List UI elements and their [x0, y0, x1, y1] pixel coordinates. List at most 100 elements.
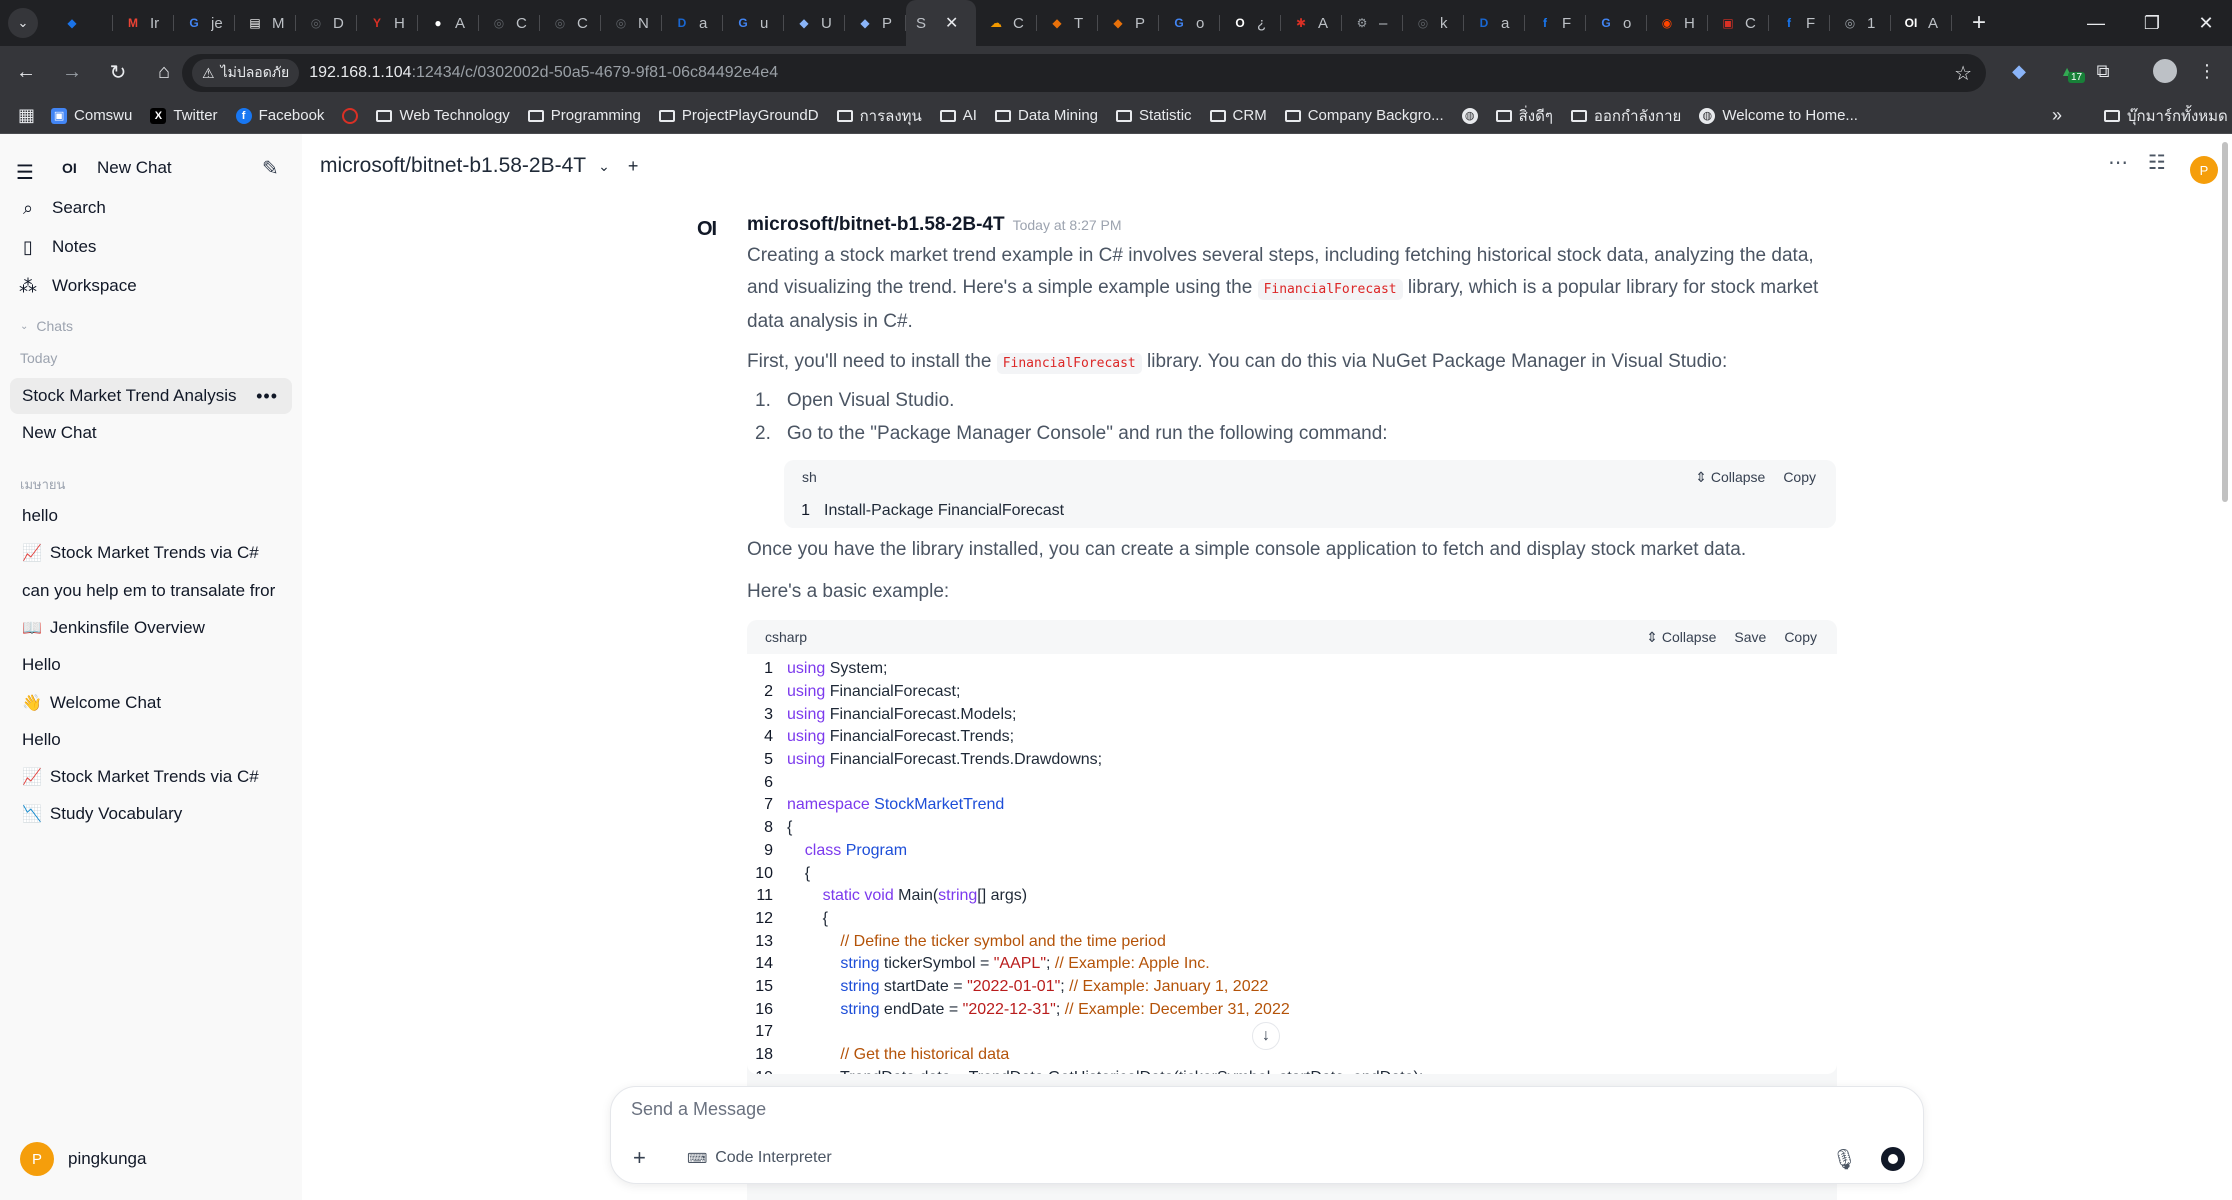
chat-list-item[interactable]: hello — [10, 498, 292, 534]
restore-icon[interactable]: ❐ — [2122, 0, 2182, 46]
security-chip[interactable]: ⚠ ไม่ปลอดภัย — [192, 59, 300, 87]
bookmark-item[interactable]: Web Technology — [368, 101, 517, 131]
bookmark-item[interactable] — [334, 101, 366, 131]
chat-list-item[interactable]: 📉 Study Vocabulary — [10, 796, 292, 832]
close-tab-icon[interactable]: ✕ — [945, 13, 958, 33]
apps-grid-icon[interactable]: ▦ — [18, 101, 43, 131]
browser-tab[interactable]: Go — [1586, 0, 1647, 46]
extension-badge-icon[interactable]: ▲ 17 — [2050, 54, 2086, 88]
bookmark-item[interactable]: ◍ — [1454, 101, 1486, 131]
add-model-icon[interactable]: + — [628, 156, 639, 177]
chat-list-item[interactable]: 📈 Stock Market Trends via C# — [10, 535, 292, 571]
page-scrollbar[interactable] — [2222, 142, 2228, 502]
bookmark-item[interactable]: Company Backgro... — [1277, 101, 1452, 131]
browser-tab[interactable]: ◆ — [52, 0, 113, 46]
browser-tab[interactable]: O ¿ — [1220, 0, 1281, 46]
bookmark-item[interactable]: Statistic — [1108, 101, 1200, 131]
browser-tab[interactable]: ◆ P — [1098, 0, 1159, 46]
sidebar-new-chat-label[interactable]: New Chat — [97, 158, 172, 178]
copy-button[interactable]: Copy — [1783, 469, 1816, 485]
browser-tab[interactable]: ◆ U — [784, 0, 845, 46]
browser-tab[interactable]: ◎ N — [601, 0, 662, 46]
user-menu[interactable]: P pingkunga — [20, 1142, 146, 1176]
chat-list-item[interactable]: Hello — [10, 647, 292, 683]
plus-icon[interactable]: + — [633, 1145, 646, 1171]
message-input[interactable]: Send a Message — [631, 1099, 766, 1120]
browser-tab[interactable]: Da — [662, 0, 723, 46]
code-body[interactable]: 1 Install-Package FinancialForecast — [784, 494, 1836, 528]
browser-tab[interactable]: Gu — [723, 0, 784, 46]
browser-tab[interactable]: ◎ k — [1403, 0, 1464, 46]
home-icon[interactable]: ⌂ — [144, 52, 184, 92]
profile-avatar-icon[interactable] — [2148, 54, 2182, 88]
bookmark-item[interactable]: f Facebook — [228, 101, 333, 131]
more-options-icon[interactable]: ⋯ — [2108, 150, 2128, 175]
tab-search-dropdown-icon[interactable]: ⌄ — [8, 8, 38, 38]
browser-tab[interactable]: Gje — [174, 0, 235, 46]
extensions-puzzle-icon[interactable]: ⧉ — [2086, 54, 2120, 88]
browser-tab[interactable]: ● A — [418, 0, 479, 46]
save-button[interactable]: Save — [1734, 629, 1766, 645]
new-tab-icon[interactable]: + — [1964, 9, 1994, 37]
chats-section-toggle[interactable]: ⌄ Chats — [20, 318, 73, 334]
sidebar-toggle-icon[interactable]: ☰ — [16, 160, 34, 185]
browser-tab[interactable]: fF — [1525, 0, 1586, 46]
sidebar-item-workspace[interactable]: ⁂ Workspace — [10, 267, 292, 305]
controls-sliders-icon[interactable]: ☷ — [2148, 150, 2166, 175]
browser-tab[interactable]: ▣ C — [1708, 0, 1769, 46]
chat-list-item[interactable]: Stock Market Trend Analysis ••• — [10, 378, 292, 414]
sidebar-item-search[interactable]: ⌕ Search — [10, 189, 292, 227]
microphone-icon[interactable]: 🎙 — [1832, 1147, 1857, 1172]
back-icon[interactable]: ← — [6, 52, 46, 92]
chat-list-item[interactable]: Hello — [10, 722, 292, 758]
browser-tab[interactable]: OI A — [1891, 0, 1952, 46]
bookmark-item[interactable]: ◍ Welcome to Home... — [1691, 101, 1866, 131]
bookmark-item[interactable]: สิ่งดีๆ — [1488, 101, 1561, 131]
browser-tab[interactable]: ◎ D — [296, 0, 357, 46]
header-avatar[interactable]: P — [2190, 156, 2218, 184]
bookmark-item[interactable]: Programming — [520, 101, 649, 131]
scroll-to-bottom-button[interactable]: ↓ — [1252, 1022, 1280, 1050]
all-bookmarks[interactable]: บุ๊กมาร์กทั้งหมด — [2096, 101, 2232, 131]
minimize-icon[interactable]: — — [2066, 0, 2126, 46]
collapse-button[interactable]: ⇕ Collapse — [1695, 469, 1765, 486]
browser-tab[interactable]: ✱ A — [1281, 0, 1342, 46]
sidebar-item-notes[interactable]: ▯ Notes — [10, 228, 292, 266]
browser-tab[interactable]: M Ir — [113, 0, 174, 46]
browser-tab[interactable]: ⚙ – — [1342, 0, 1403, 46]
bookmark-item[interactable]: ออกกำลังกาย — [1563, 101, 1689, 131]
browser-tab[interactable]: ◆ P — [845, 0, 906, 46]
chat-list-item[interactable]: can you help em to transalate fror — [10, 573, 292, 609]
code-interpreter-toggle[interactable]: ⌨ Code Interpreter — [687, 1149, 832, 1167]
chat-list-item[interactable]: 📖 Jenkinsfile Overview — [10, 610, 292, 646]
bookmark-star-icon[interactable]: ☆ — [1954, 61, 1972, 86]
bookmark-item[interactable]: CRM — [1202, 101, 1275, 131]
code-body[interactable]: 1 using System; 2 using FinancialForecast; 3… — [747, 654, 1837, 1074]
bookmark-item[interactable]: Data Mining — [987, 101, 1106, 131]
copy-button[interactable]: Copy — [1784, 629, 1817, 645]
chat-list-item[interactable]: 👋 Welcome Chat — [10, 685, 292, 721]
browser-tab[interactable]: ☁ C — [976, 0, 1037, 46]
bookmark-item[interactable]: ▣ Comswu — [43, 101, 140, 131]
model-selector[interactable]: microsoft/bitnet-b1.58-2B-4T ⌄ + — [320, 154, 638, 178]
forward-icon[interactable]: → — [52, 52, 92, 92]
browser-tab[interactable]: ◎ C — [540, 0, 601, 46]
browser-tab[interactable]: YH — [357, 0, 418, 46]
bookmark-item[interactable]: AI — [932, 101, 985, 131]
browser-menu-icon[interactable]: ⋮ — [2190, 54, 2224, 88]
browser-tab[interactable]: fF — [1769, 0, 1830, 46]
bookmark-item[interactable]: X Twitter — [142, 101, 225, 131]
browser-tab[interactable]: ▤ M — [235, 0, 296, 46]
bookmark-item[interactable]: การลงทุน — [829, 101, 930, 131]
bookmark-item[interactable]: ProjectPlayGroundD — [651, 101, 827, 131]
browser-tab[interactable]: ◎ 1 — [1830, 0, 1891, 46]
collapse-button[interactable]: ⇕ Collapse — [1646, 629, 1716, 646]
close-window-icon[interactable]: ✕ — [2176, 0, 2232, 46]
bookmarks-overflow-icon[interactable]: » — [2044, 101, 2070, 131]
chat-list-item[interactable]: New Chat — [10, 415, 292, 451]
browser-tab[interactable]: ◉ H — [1647, 0, 1708, 46]
extension-shield-icon[interactable]: ◆ — [2002, 54, 2036, 88]
browser-tab[interactable]: Go — [1159, 0, 1220, 46]
browser-tab[interactable]: ◆ T — [1037, 0, 1098, 46]
new-chat-edit-icon[interactable]: ✎ — [262, 156, 279, 181]
